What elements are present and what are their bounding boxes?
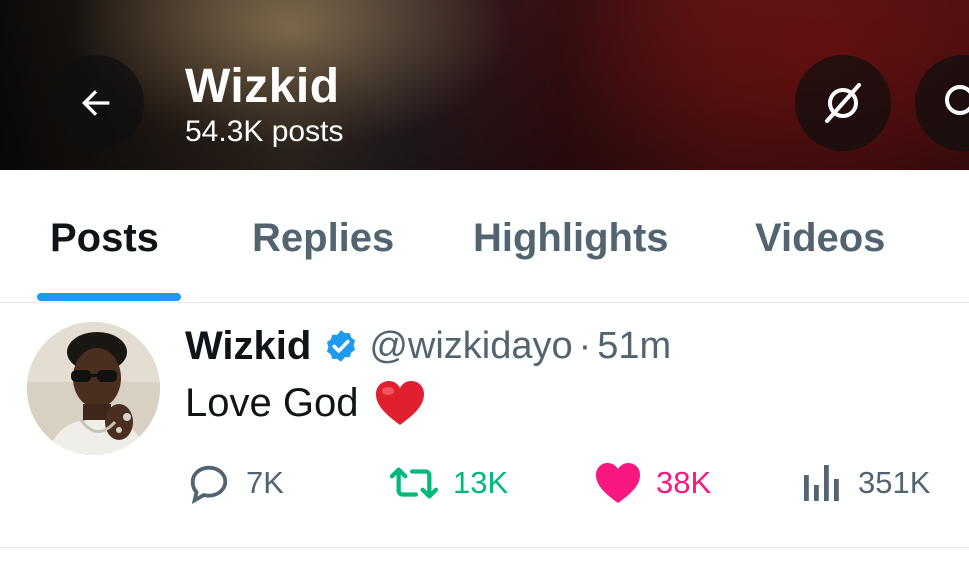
post-count: 54.3K posts [185, 115, 344, 148]
post-header: Wizkid @wizkidayo · 51m [185, 321, 671, 371]
verified-badge-icon [323, 328, 359, 364]
grok-icon [825, 83, 861, 123]
post-actions: 7K 13K 38K 351K [0, 458, 969, 508]
avatar[interactable] [27, 322, 160, 455]
profile-tabs: Posts Replies Highlights Videos [0, 170, 969, 303]
repost-button[interactable]: 13K [389, 458, 508, 508]
arrow-left-icon [82, 90, 110, 116]
like-button[interactable]: 38K [594, 458, 711, 508]
like-count: 38K [656, 465, 712, 500]
post-text: Love God [185, 381, 359, 425]
heart-emoji-icon [374, 379, 426, 427]
post-handle[interactable]: @wizkidayo [369, 325, 572, 368]
post-timestamp[interactable]: 51m [597, 325, 671, 368]
tab-highlights[interactable]: Highlights [473, 214, 669, 262]
grok-button[interactable] [795, 55, 891, 151]
profile-name: Wizkid [185, 60, 340, 113]
profile-header: Wizkid 54.3K posts [185, 58, 343, 150]
views-button[interactable]: 351K [802, 458, 930, 508]
back-button[interactable] [48, 55, 144, 151]
reply-count: 7K [246, 465, 284, 500]
post-content: Love God [185, 377, 426, 429]
tab-posts[interactable]: Posts [50, 214, 159, 262]
reply-button[interactable]: 7K [186, 458, 284, 508]
repost-icon [389, 467, 439, 499]
reply-icon [190, 465, 228, 505]
post-item[interactable]: Wizkid @wizkidayo · 51m Love God 7K 13K … [0, 303, 969, 548]
tab-videos[interactable]: Videos [755, 214, 885, 262]
post-author-name[interactable]: Wizkid [185, 324, 311, 369]
repost-count: 13K [453, 465, 509, 500]
view-count: 351K [858, 465, 931, 500]
search-icon [945, 85, 969, 115]
heart-filled-icon [596, 463, 640, 503]
tab-replies[interactable]: Replies [252, 214, 394, 262]
active-tab-indicator [37, 293, 181, 301]
views-chart-icon [804, 465, 839, 501]
separator-dot: · [578, 324, 592, 367]
